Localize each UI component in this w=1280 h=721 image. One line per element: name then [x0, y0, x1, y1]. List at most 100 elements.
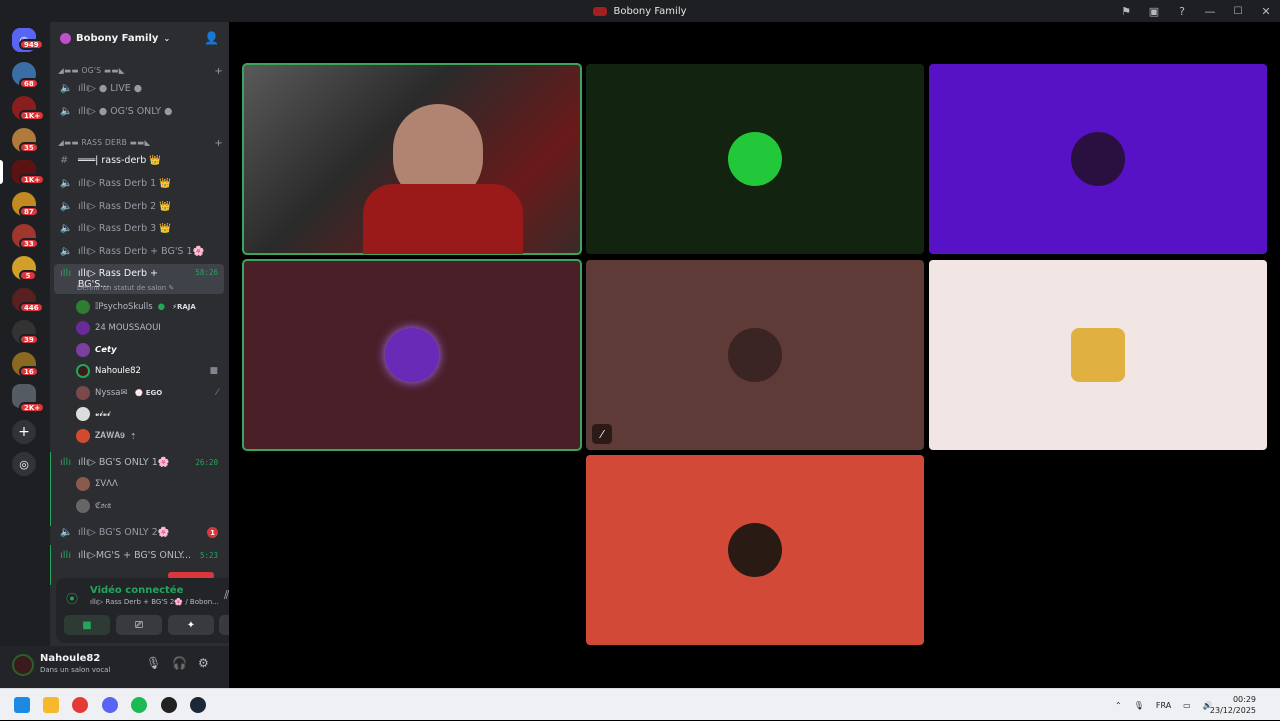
user-name: 24 MOUSSAOUI: [95, 323, 161, 333]
voice-connection-line: [50, 545, 51, 585]
voice-channel[interactable]: 🔈 ıllı▷ Rass Derb 2 👑: [54, 196, 224, 217]
video-tile[interactable]: [242, 259, 582, 451]
spotify-icon[interactable]: [131, 697, 147, 713]
obs-icon[interactable]: [161, 697, 177, 713]
voice-user[interactable]: ΣVΛΛ: [76, 474, 224, 494]
maximize-button[interactable]: ☐: [1224, 0, 1252, 22]
avatar: [728, 132, 782, 186]
video-tile-camera[interactable]: [242, 63, 582, 255]
voice-channel[interactable]: ıllı ıllı▷MG'S + BG'S ONLY... 5:23: [54, 545, 224, 566]
video-icon[interactable]: ■: [64, 615, 110, 635]
server-logo-icon: [593, 6, 608, 16]
speaking-icon: ●: [157, 302, 166, 312]
voice-channel[interactable]: 🔈 ıllı▷ Rass Derb 3 👑: [54, 218, 224, 239]
mic-muted-icon: ⁄: [592, 424, 612, 444]
add-server-icon[interactable]: +: [12, 420, 36, 444]
server-badge: 33: [19, 238, 39, 249]
soundboard-icon[interactable]: ♪: [219, 615, 229, 635]
user-panel: Nahoule82 Dans un salon vocal 🎙 🎧 ⚙: [0, 646, 229, 688]
help-icon[interactable]: ?: [1168, 0, 1196, 22]
voice-channel[interactable]: 🔈 ıllı▷ Rass Derb + BG'S 1🌸: [54, 241, 224, 262]
category-rass-derb[interactable]: ◢▬▬ RASS DERB ▬▬◣ +: [58, 138, 223, 149]
window-title: Bobony Family: [613, 5, 687, 17]
chevron-up-icon[interactable]: ⌃: [1115, 701, 1122, 710]
channel-label: ıllı▷ BG'S ONLY 1🌸: [78, 457, 170, 468]
voice-channel[interactable]: 🔈 ıllı▷ ● OG'S ONLY ●: [54, 101, 224, 122]
text-channel[interactable]: # ═══| rass-derb 👑: [54, 150, 224, 171]
voice-user[interactable]: ℭ𝔬𝔠𝔞: [76, 496, 224, 516]
chrome-icon[interactable]: [72, 697, 88, 713]
discover-icon[interactable]: ◎: [12, 452, 36, 476]
voice-channel[interactable]: 🔈 ıllı▷ Rass Derb 1 👑: [54, 173, 224, 194]
hash-icon: #: [60, 155, 69, 166]
voice-user[interactable]: 𝓿𝓲𝓿𝓲: [76, 404, 224, 424]
voice-user[interactable]: 𝘾𝙚𝙩𝙮: [76, 340, 224, 360]
headphones-icon[interactable]: 🎧: [172, 656, 187, 670]
speaker-icon: 🔈: [60, 178, 73, 189]
voice-user[interactable]: 24 MOUSSAOUI: [76, 318, 224, 338]
user-name: 𝘾𝙚𝙩𝙮: [95, 345, 117, 355]
channel-label: ıllı▷ ● OG'S ONLY ●: [78, 106, 173, 117]
screen-share-icon[interactable]: ⎚: [116, 615, 162, 635]
start-icon[interactable]: [14, 697, 30, 713]
steam-icon[interactable]: [190, 697, 206, 713]
voice-user[interactable]: Nyssa✉ 💮 EGO ⁄: [76, 383, 224, 403]
arrow-icon: ⇡: [129, 431, 137, 441]
inbox-icon[interactable]: ▣: [1140, 0, 1168, 22]
voice-status-title[interactable]: Vidéo connectée: [90, 585, 183, 596]
close-button[interactable]: ✕: [1252, 0, 1280, 22]
add-channel-icon[interactable]: +: [214, 66, 223, 77]
category-label: ◢▬▬ RASS DERB ▬▬◣: [58, 138, 151, 147]
add-channel-icon[interactable]: +: [214, 138, 223, 149]
voice-user[interactable]: 𝕀PsychoSkulls ● ⚡RAJA: [76, 297, 224, 317]
user-tag: 💮 EGO: [134, 389, 163, 397]
speaker-icon: 🔈: [60, 246, 73, 257]
voice-status-channel[interactable]: ıllı▷ Rass Derb + BG'S 2🌸 / Bobon...: [90, 598, 219, 606]
server-badge: 87: [19, 206, 39, 217]
user-name: ΣVΛΛ: [95, 479, 118, 489]
invite-people-icon[interactable]: 👤: [204, 31, 219, 45]
voice-channel[interactable]: ıllı ıllı▷ BG'S ONLY 1🌸 26:20: [54, 452, 224, 473]
mic-icon[interactable]: 🎙: [1134, 701, 1144, 710]
speaker-icon: 🔈: [60, 223, 73, 234]
user-name[interactable]: Nahoule82: [40, 653, 100, 664]
voice-user[interactable]: Nahoule82 ■: [76, 361, 224, 381]
avatar: [76, 499, 90, 513]
settings-icon[interactable]: ⚙: [198, 656, 209, 670]
voice-channel[interactable]: 🔈 ıllı▷ ● LIVE ●: [54, 78, 224, 99]
network-icon[interactable]: ▭: [1183, 701, 1191, 710]
discord-icon[interactable]: [102, 697, 118, 713]
avatar: [76, 477, 90, 491]
video-tile[interactable]: [586, 64, 924, 254]
avatar: [728, 328, 782, 382]
video-tile[interactable]: ⁄: [586, 260, 924, 450]
channel-status[interactable]: Définir un statut de salon ✎: [77, 284, 174, 292]
participant-video-body: [363, 184, 523, 254]
language-indicator[interactable]: FRA: [1156, 701, 1171, 710]
server-badge: 2K+: [19, 402, 46, 413]
channel-label: ıllı▷ Rass Derb 1 👑: [78, 178, 172, 189]
server-badge: 35: [19, 142, 39, 153]
signal-icon[interactable]: ⦿: [66, 590, 78, 607]
channel-label: ıllı▷ BG'S ONLY 2🌸: [78, 527, 170, 538]
flag-icon[interactable]: ⚑: [1112, 0, 1140, 22]
category-ogs[interactable]: ◢▬▬ OG'S ▬▬◣ +: [58, 66, 223, 77]
voice-channel[interactable]: 🔈 ıllı▷ BG'S ONLY 2🌸 1: [54, 522, 224, 543]
server-badge: 446: [19, 302, 44, 313]
clock[interactable]: 00:29 23/12/2025: [1210, 694, 1256, 716]
activities-icon[interactable]: ✦: [168, 615, 214, 635]
speaker-icon: 🔈: [60, 527, 73, 538]
file-explorer-icon[interactable]: [43, 697, 59, 713]
chevron-down-icon: ⌄: [163, 33, 171, 43]
video-tile[interactable]: [929, 64, 1267, 254]
video-tile[interactable]: [586, 455, 924, 645]
user-name: Nyssa✉: [95, 388, 128, 398]
avatar: [76, 386, 90, 400]
voice-user[interactable]: 𝐙𝐀𝐖𝐀𝟗 ⇡: [76, 426, 224, 446]
avatar[interactable]: [12, 654, 34, 676]
clock-time: 00:29: [1232, 695, 1256, 704]
mic-icon[interactable]: 🎙: [146, 656, 161, 670]
minimize-button[interactable]: —: [1196, 0, 1224, 22]
guild-header[interactable]: Bobony Family ⌄ 👤: [50, 22, 229, 54]
video-tile[interactable]: [929, 260, 1267, 450]
